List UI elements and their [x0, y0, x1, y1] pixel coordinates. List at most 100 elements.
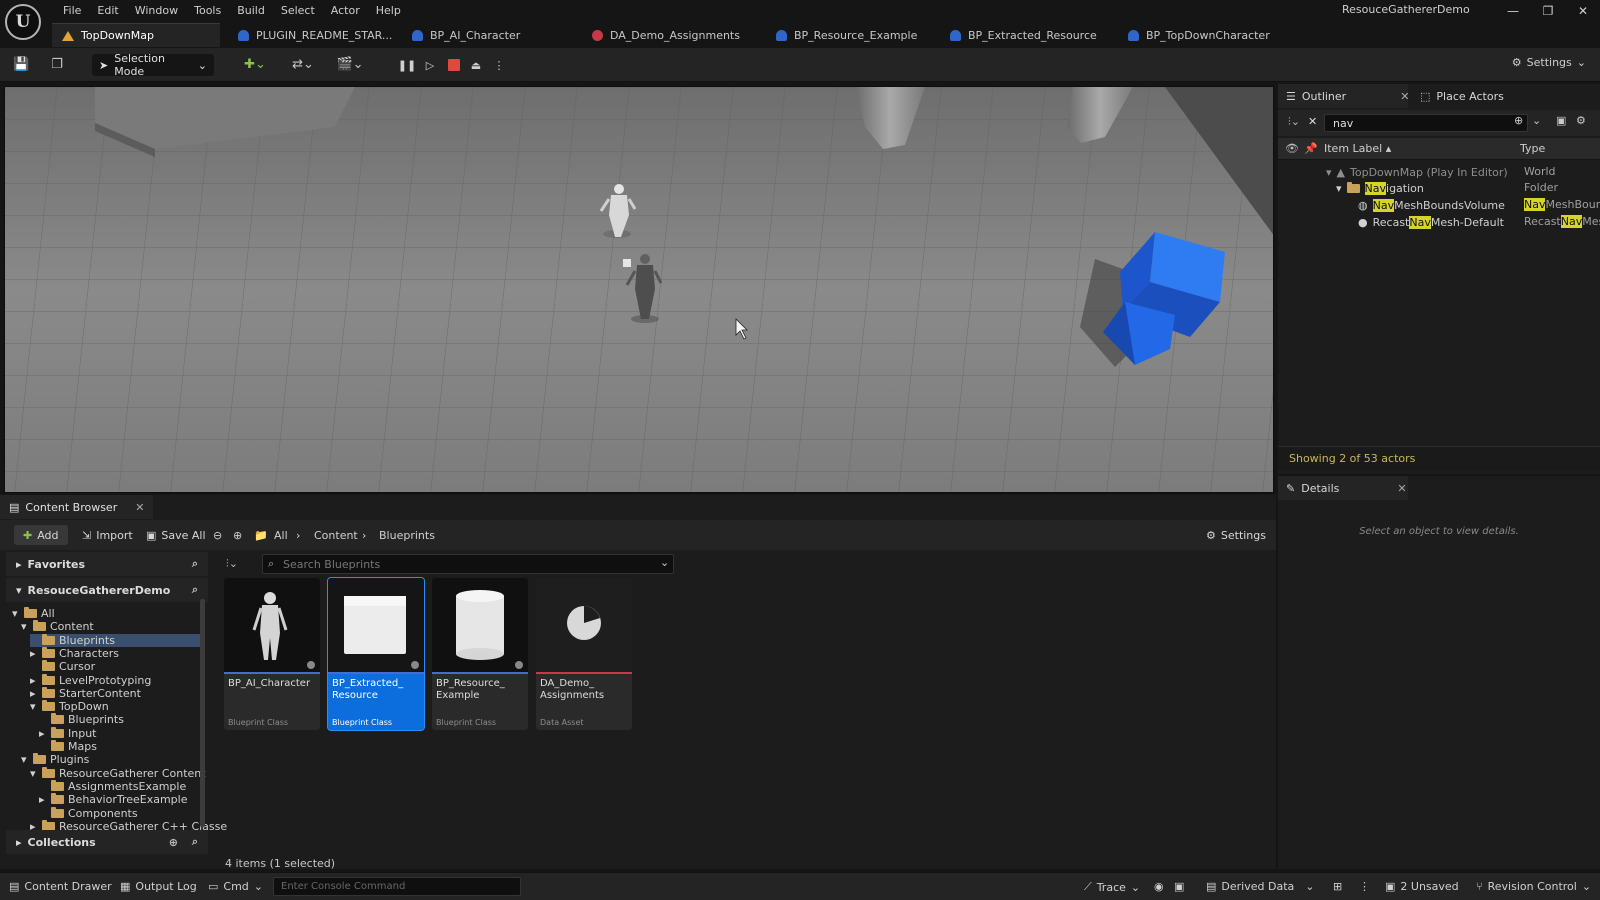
gear-icon[interactable]: ⚙	[1576, 114, 1586, 127]
chevron-right-icon[interactable]: ▸	[30, 674, 38, 687]
blueprint-menu-icon[interactable]: ⇄⌄	[287, 57, 319, 73]
chevron-down-icon[interactable]: ▾	[30, 700, 38, 713]
search-icon[interactable]: ⌕	[192, 583, 198, 597]
add-button[interactable]: ✚ Add	[14, 525, 68, 545]
menu-build[interactable]: Build	[230, 3, 274, 19]
menu-select[interactable]: Select	[274, 3, 324, 19]
folder-tree-item[interactable]: ▾ Plugins	[21, 753, 89, 766]
camera-icon[interactable]: ▣	[1174, 880, 1184, 893]
menu-window[interactable]: Window	[128, 3, 187, 19]
tab-details[interactable]: ✎ Details ✕	[1278, 476, 1408, 500]
clear-search-icon[interactable]: ✕	[1308, 115, 1317, 128]
folder-tree-item[interactable]: ▸ StarterContent	[30, 686, 141, 700]
outliner-search-input[interactable]	[1324, 114, 1528, 132]
pause-icon[interactable]: ❚❚	[398, 56, 416, 74]
add-filter-icon[interactable]: ⊕	[1514, 114, 1523, 127]
chevron-down-icon[interactable]: ▾	[30, 767, 38, 780]
search-icon[interactable]: ⌕	[192, 835, 198, 849]
folder-tree-item[interactable]: Maps	[39, 740, 97, 753]
eject-icon[interactable]: ⏏	[467, 56, 485, 74]
frame-skip-icon[interactable]: ▷	[421, 56, 439, 74]
asset-tile-bp-extracted-resource[interactable]: BP_Extracted_ Resource Blueprint Class	[327, 577, 425, 731]
chevron-right-icon[interactable]: ▸	[39, 727, 47, 740]
chevron-right-icon[interactable]: ▸	[30, 647, 38, 660]
folder-tree-item[interactable]: ▾ Content	[21, 620, 94, 633]
stop-icon[interactable]	[448, 59, 460, 71]
tree-scrollbar[interactable]	[200, 599, 205, 827]
filter-icon[interactable]: ⫶⌄	[226, 557, 238, 571]
add-folder-icon[interactable]: ▣	[1556, 114, 1566, 127]
close-window-button[interactable]: ✕	[1568, 2, 1598, 20]
restore-button[interactable]: ❐	[1533, 2, 1563, 20]
tab-bp-ai-character[interactable]: BP_AI_Character	[402, 23, 530, 47]
outliner-row-navigation-folder[interactable]: ▾ Navigation	[1336, 180, 1424, 196]
add-collection-icon[interactable]: ⊕	[169, 836, 178, 849]
folder-tree-item[interactable]: ▾ TopDown	[30, 700, 109, 713]
pin-icon[interactable]: 📌	[1304, 142, 1318, 155]
menu-help[interactable]: Help	[369, 3, 410, 19]
chevron-right-icon[interactable]: ▸	[30, 687, 38, 700]
back-icon[interactable]: ⊖	[213, 529, 222, 542]
cinematics-icon[interactable]: 🎬⌄	[334, 57, 366, 73]
source-control-icon[interactable]: ⊞	[1333, 880, 1342, 893]
folder-tree-item[interactable]: Components	[39, 806, 138, 820]
more-options-icon[interactable]: ⋮	[1359, 880, 1370, 893]
chevron-down-icon[interactable]: ▾	[12, 607, 20, 620]
cmd-dropdown[interactable]: ▭ Cmd ⌄	[208, 880, 263, 893]
tab-plugin-readme[interactable]: PLUGIN_README_STAR...	[228, 23, 402, 47]
outliner-row-navmeshboundsvolume[interactable]: ◍ NavMeshBoundsVolume	[1358, 197, 1505, 213]
save-all-button[interactable]: ▣ Save All	[140, 525, 212, 545]
content-settings-button[interactable]: ⚙ Settings	[1200, 525, 1272, 545]
tab-bp-resource-example[interactable]: BP_Resource_Example	[766, 23, 927, 47]
unreal-logo-icon[interactable]: U	[5, 4, 41, 40]
import-button[interactable]: ⇲ Import	[76, 525, 139, 545]
close-icon[interactable]: ✕	[1400, 90, 1409, 103]
asset-tile-bp-resource-example[interactable]: BP_Resource_ Example Blueprint Class	[432, 578, 528, 730]
content-drawer-button[interactable]: ▤ Content Drawer	[9, 880, 112, 893]
favorites-header[interactable]: ▸ Favorites ⌕	[6, 552, 208, 576]
tab-outliner[interactable]: ☰ Outliner ✕	[1278, 84, 1409, 108]
menu-file[interactable]: File	[56, 3, 90, 19]
outliner-row-world[interactable]: ▾ ▲ TopDownMap (Play In Editor)	[1326, 164, 1508, 180]
add-actor-icon[interactable]: ✚⌄	[241, 57, 269, 73]
menu-tools[interactable]: Tools	[187, 3, 230, 19]
folder-tree-item[interactable]: Blueprints	[39, 713, 124, 726]
derived-data-dropdown[interactable]: ▤ Derived Data ⌄	[1206, 880, 1314, 893]
chevron-down-icon[interactable]: ⌄	[1532, 114, 1541, 127]
folder-tree-item[interactable]: ▸ Characters	[30, 646, 119, 660]
selection-mode-dropdown[interactable]: ➤ Selection Mode ⌄	[92, 52, 214, 78]
asset-tile-da-demo-assignments[interactable]: DA_Demo_ Assignments Data Asset	[536, 578, 632, 730]
folder-tree-item[interactable]: ▸ BehaviorTreeExample	[39, 793, 188, 806]
unsaved-button[interactable]: ▣ 2 Unsaved	[1385, 880, 1459, 893]
search-icon[interactable]: ⌕	[192, 557, 198, 571]
more-options-icon[interactable]: ⋮	[490, 56, 508, 74]
tab-topdownmap[interactable]: TopDownMap	[52, 23, 220, 47]
project-header[interactable]: ▾ ResouceGathererDemo ⌕	[6, 578, 208, 602]
tab-bp-extracted-resource[interactable]: BP_Extracted_Resource	[940, 23, 1107, 47]
folder-tree-item[interactable]: Blueprints	[30, 633, 202, 647]
folder-tree-item[interactable]: ▸ LevelPrototyping	[30, 673, 151, 687]
visibility-eye-icon[interactable]: 👁	[1285, 142, 1299, 155]
chevron-down-icon[interactable]: ▾	[21, 753, 29, 766]
tab-da-demo-assignments[interactable]: DA_Demo_Assignments	[582, 23, 750, 47]
browse-icon[interactable]: ❐	[49, 57, 65, 73]
output-log-button[interactable]: ▦ Output Log	[120, 880, 197, 893]
trace-dropdown[interactable]: ⟋ Trace ⌄	[1084, 880, 1140, 894]
menu-actor[interactable]: Actor	[324, 3, 369, 19]
save-icon[interactable]: 💾	[13, 57, 29, 73]
chevron-right-icon[interactable]: ▸	[39, 793, 47, 806]
folder-tree-item[interactable]: ▾ All	[12, 607, 55, 620]
breadcrumb-content[interactable]: Content	[314, 529, 358, 542]
menu-edit[interactable]: Edit	[90, 3, 127, 19]
level-viewport[interactable]	[4, 86, 1274, 493]
breadcrumb-blueprints[interactable]: Blueprints	[379, 529, 435, 542]
console-command-input[interactable]	[273, 877, 521, 896]
forward-icon[interactable]: ⊕	[233, 529, 242, 542]
close-icon[interactable]: ✕	[135, 501, 144, 514]
viewport-scene[interactable]	[5, 87, 1274, 493]
folder-tree-item[interactable]: Cursor	[30, 660, 95, 673]
outliner-row-recastnavmesh[interactable]: ● RecastNavMesh-Default	[1358, 214, 1504, 230]
filter-icon[interactable]: ⫶⌄	[1288, 115, 1300, 129]
revision-control-dropdown[interactable]: ⑂ Revision Control ⌄	[1476, 880, 1591, 893]
breadcrumb-all[interactable]: All	[274, 529, 288, 542]
